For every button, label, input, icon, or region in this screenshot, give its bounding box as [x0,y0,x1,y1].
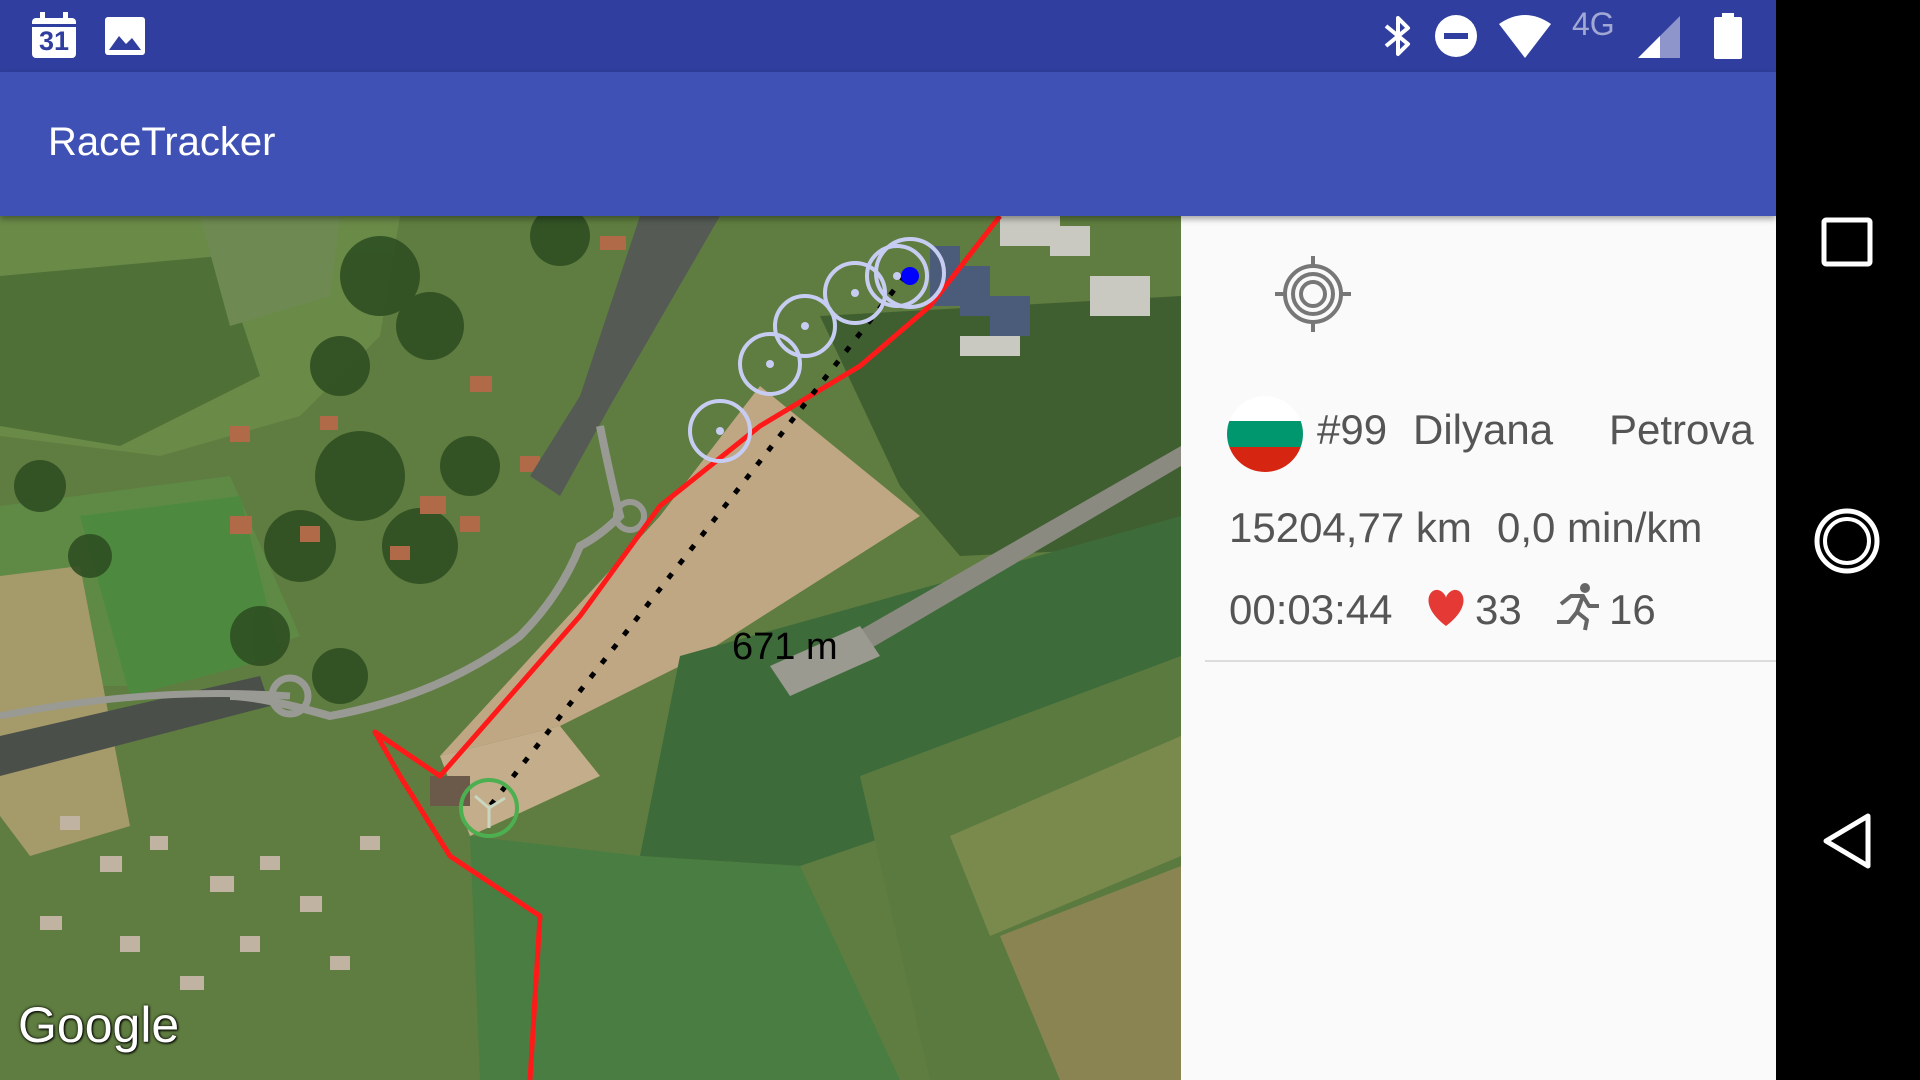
country-flag-icon [1227,396,1303,472]
battery-icon [1712,12,1744,65]
map-canvas [0,216,1181,1080]
image-icon [104,16,146,61]
app-bar: RaceTracker [0,72,1776,216]
bib-number: #99 [1317,406,1388,453]
crosshair-icon [1275,256,1351,332]
runner-first-name: Dilyana [1413,406,1554,453]
bluetooth-icon [1380,14,1416,63]
distance-value: 15204,77 km [1229,504,1472,551]
home-button[interactable] [1812,506,1882,581]
runner-last-name: Petrova [1609,406,1754,453]
elapsed-time: 00:03:44 [1229,586,1393,633]
runner-panel: #99 Dilyana Petrova 15204,77 km 0,0 min/… [1181,216,1776,1080]
pace-value: 0,0 min/km [1497,504,1703,551]
do-not-disturb-icon [1434,14,1478,63]
heart-icon [1425,588,1467,633]
app-title: RaceTracker [48,120,276,164]
circle-icon [1814,508,1880,574]
calendar-icon: 31 [30,12,78,60]
cadence-value: 16 [1609,586,1656,633]
recents-button[interactable] [1820,216,1876,273]
navigation-bar [1776,0,1920,1080]
signal-icon [1636,14,1682,65]
divider [1205,660,1776,662]
status-bar: 31 4G [0,0,1776,72]
back-triangle-icon [1823,813,1871,869]
distance-label: 671 m [732,626,838,668]
heart-rate-value: 33 [1475,586,1522,633]
runner-position-marker[interactable] [901,267,919,285]
calendar-day: 31 [38,26,70,56]
locate-button[interactable] [1273,254,1353,334]
wifi-icon [1498,14,1552,63]
square-icon [1821,217,1873,267]
google-logo: Google [18,997,180,1053]
running-icon [1555,582,1603,637]
screen: 31 4G RaceTracker 671 m Google #99 Dilya… [0,0,1776,1080]
satellite-map[interactable]: 671 m Google [0,216,1181,1080]
back-button[interactable] [1820,812,1876,875]
network-type: 4G [1572,6,1615,42]
